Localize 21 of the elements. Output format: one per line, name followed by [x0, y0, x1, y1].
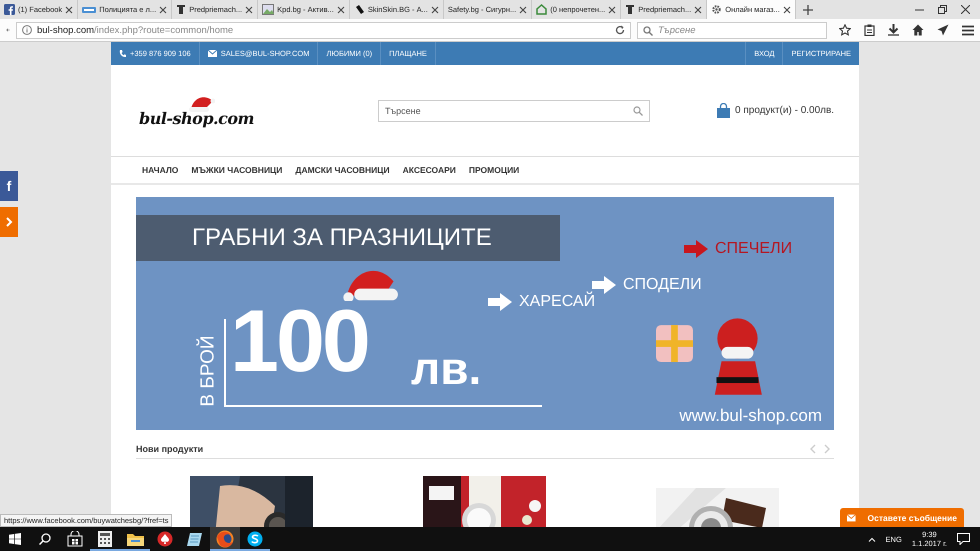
url-text: bul-shop.com/index.php?route=common/home — [37, 24, 234, 36]
banner-currency: лв. — [411, 345, 482, 391]
address-bar[interactable]: bul-shop.com/index.php?route=common/home — [16, 22, 631, 38]
banner-amount: 100 — [230, 297, 368, 385]
banner-step: ХАРЕСАЙ — [519, 293, 596, 311]
menu-item[interactable]: НАЧАЛО — [142, 165, 178, 175]
menu-item[interactable]: АКСЕСОАРИ — [402, 165, 456, 175]
menu-item[interactable]: МЪЖКИ ЧАСОВНИЦИ — [191, 165, 282, 175]
menu-item[interactable]: ДАМСКИ ЧАСОВНИЦИ — [295, 165, 390, 175]
menu-item[interactable]: ПРОМОЦИИ — [468, 165, 520, 175]
banner-text: В БРОЙ — [198, 335, 220, 407]
search-field[interactable]: Търсене — [637, 22, 827, 38]
section-title: Нови продукти — [136, 444, 204, 454]
search-field[interactable]: Търсене — [378, 100, 650, 122]
banner-title: ГРАБНИ ЗА ПРАЗНИЦИТЕ — [136, 215, 560, 261]
cart-button[interactable]: 0 продукт(и) - 0.00лв. — [717, 103, 834, 118]
banner-url: www.bul-shop.com — [679, 406, 822, 426]
logo-text[interactable]: bul-shop.com — [139, 109, 254, 128]
banner-step: СПОДЕЛИ — [623, 276, 702, 294]
facebook-button[interactable]: f — [0, 171, 18, 201]
banner-step: СПЕЧЕЛИ — [715, 240, 792, 258]
